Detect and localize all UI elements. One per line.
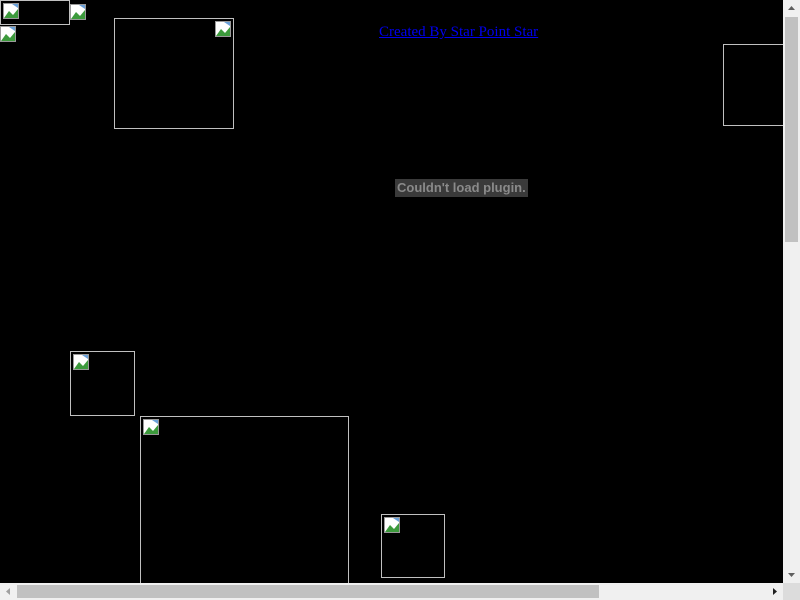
credit-link[interactable]: Created By Star Point Star [379,24,538,41]
broken-image-icon [73,354,89,370]
chevron-down-icon[interactable] [783,566,800,583]
broken-image-7 [140,416,349,583]
broken-image-3 [0,26,20,46]
vertical-scrollbar[interactable] [783,0,800,583]
page-viewport: Created By Star Point Star Couldn't load… [0,0,783,583]
broken-image-2 [70,4,90,24]
broken-image-icon [70,4,86,20]
scrollbar-corner [783,583,800,600]
broken-image-icon [143,419,159,435]
chevron-right-icon[interactable] [766,583,783,600]
broken-image-icon [0,26,16,42]
broken-image-icon [3,3,19,19]
broken-image-5 [723,44,783,126]
chevron-up-icon[interactable] [783,0,800,17]
chevron-left-icon[interactable] [0,583,17,600]
broken-image-1 [0,0,70,25]
broken-image-icon [215,21,231,37]
vertical-scroll-thumb[interactable] [785,17,798,242]
broken-image-4 [114,18,234,129]
horizontal-scrollbar[interactable] [0,583,783,600]
horizontal-scroll-thumb[interactable] [17,585,599,598]
plugin-error-message: Couldn't load plugin. [395,179,528,197]
broken-image-icon [384,517,400,533]
broken-image-8 [381,514,445,578]
broken-image-6 [70,351,135,416]
